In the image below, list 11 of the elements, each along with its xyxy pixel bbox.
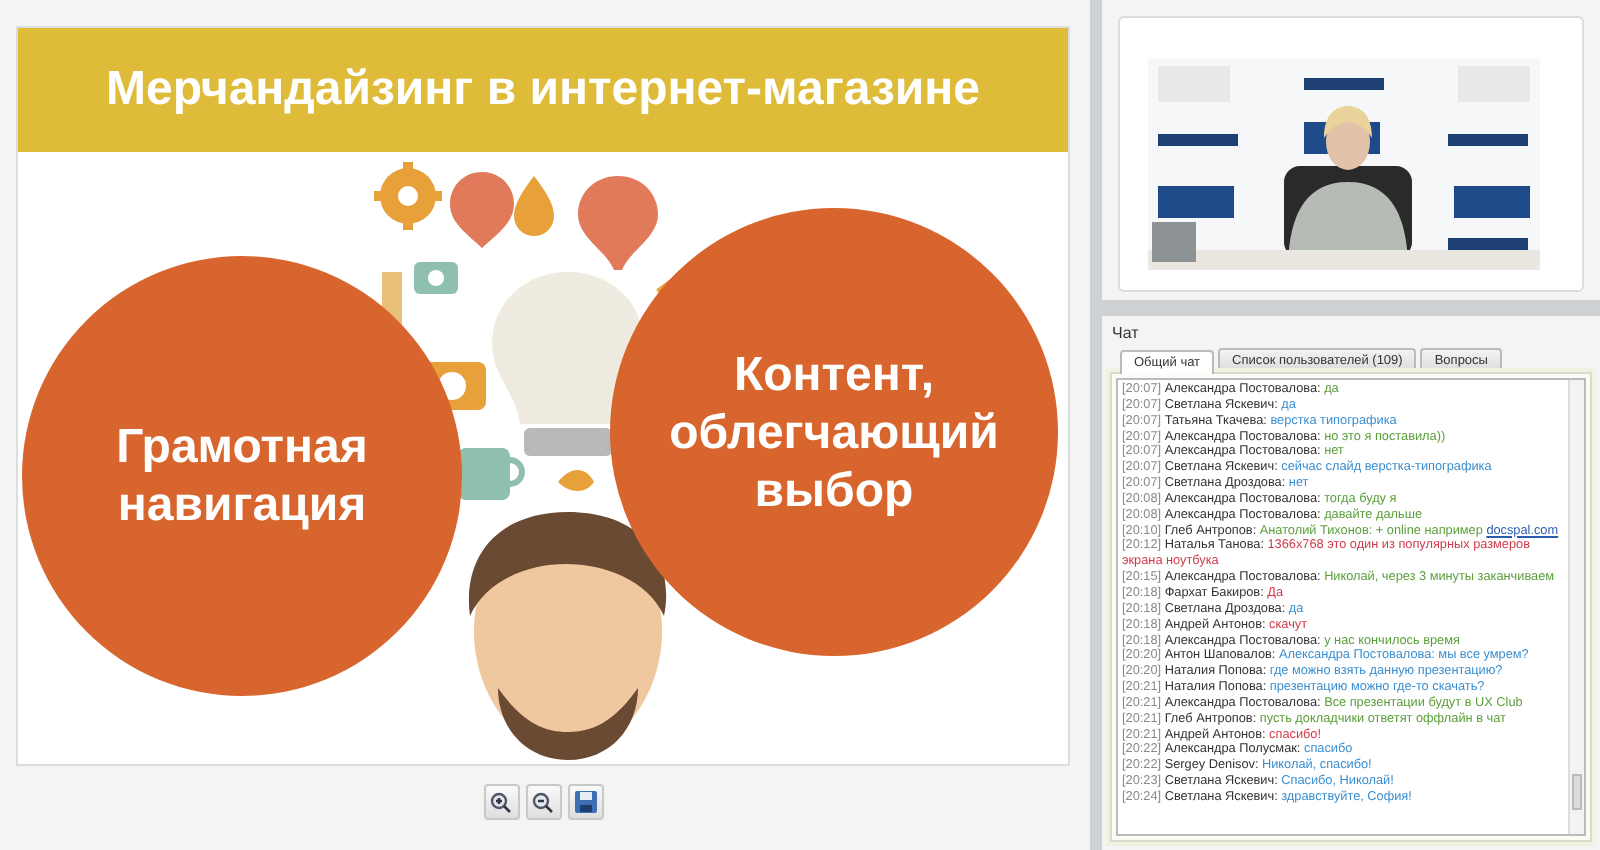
save-button[interactable] bbox=[567, 784, 603, 820]
save-icon bbox=[573, 790, 597, 814]
zoom-in-icon bbox=[490, 791, 512, 813]
zoom-in-button[interactable] bbox=[483, 784, 519, 820]
topic-circle: Грамотная навигация bbox=[22, 256, 462, 696]
scrollbar[interactable] bbox=[1568, 380, 1584, 834]
topic-circle: Контент, облегчающий выбор bbox=[610, 208, 1058, 656]
zoom-out-button[interactable] bbox=[525, 784, 561, 820]
slide-title: Мерчандайзинг в интернет-магазине bbox=[18, 28, 1068, 152]
panel-title: Чат bbox=[1110, 322, 1141, 346]
zoom-out-icon bbox=[532, 791, 554, 813]
